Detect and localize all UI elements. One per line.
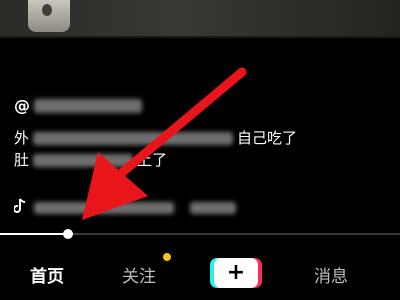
caption-line2-start: 肚 [14,151,30,169]
tab-home[interactable]: 首页 [30,262,64,287]
author-at-sign: @ [14,96,30,115]
tab-follow[interactable]: 关注 [122,262,156,287]
author-name[interactable]: @ [14,96,142,115]
caption-line2-end: 上了 [137,151,168,169]
music-author-blurred [190,202,236,214]
video-thumbnail-figure [28,0,70,32]
video-progress-handle[interactable] [63,229,73,239]
caption-line-1: 外 自己吃了 [14,128,297,148]
music-title-blurred [34,202,174,214]
follow-notification-dot [163,253,171,261]
caption-line-2: 肚 上了 [14,150,167,170]
author-name-blurred [34,98,142,113]
plus-icon: + [214,258,258,288]
video-progress-fill [0,233,68,235]
tiktok-note-icon [13,198,26,218]
music-line[interactable] [13,198,236,218]
create-button[interactable]: + [210,258,262,288]
caption-line1-start: 外 [14,129,30,147]
video-divider [0,36,400,38]
bottom-tab-bar: 首页 关注 + 消息 [0,248,400,300]
tab-messages[interactable]: 消息 [314,262,348,287]
caption-line1-end: 自己吃了 [237,129,298,147]
video-progress-bar[interactable] [0,229,400,239]
caption-line2-blurred [33,153,134,167]
video-preview[interactable] [0,0,400,36]
caption-line1-blurred [33,131,234,145]
